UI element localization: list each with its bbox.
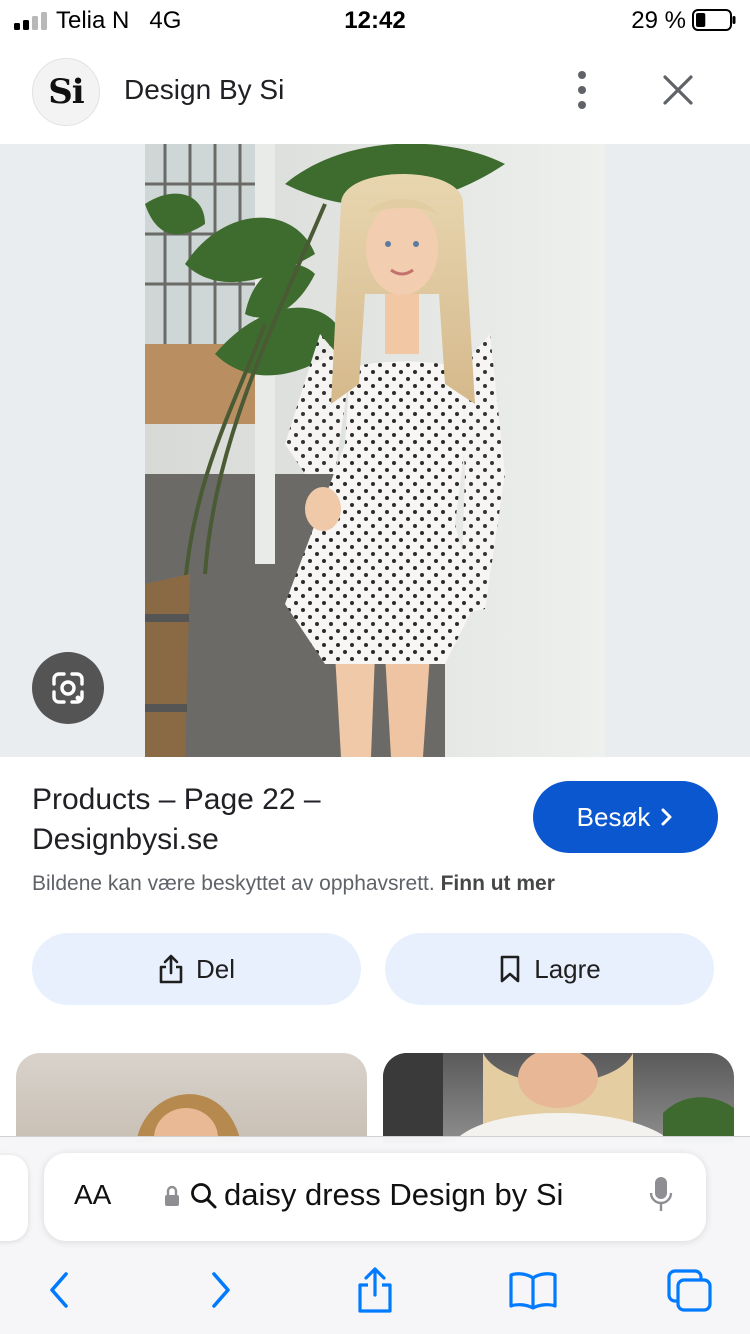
bookmark-icon [500, 955, 520, 983]
more-options-button[interactable] [560, 66, 604, 114]
share-page-button[interactable] [350, 1265, 400, 1315]
result-title-line2: Designbysi.se [32, 823, 219, 856]
visit-label: Besøk [576, 801, 651, 832]
battery-icon [692, 9, 736, 31]
result-title[interactable]: Products – Page 22 – Designbysi.se [32, 780, 492, 860]
share-icon [159, 954, 183, 984]
product-photo[interactable] [145, 144, 605, 757]
related-image-thumbnail[interactable] [16, 1053, 367, 1143]
back-button[interactable] [34, 1265, 84, 1315]
battery-percent: 29 % [631, 7, 686, 34]
search-icon [191, 1183, 217, 1209]
microphone-icon[interactable] [648, 1175, 674, 1215]
share-label: Del [195, 953, 235, 984]
chevron-right-icon [212, 1272, 230, 1308]
share-icon [358, 1267, 392, 1313]
tabs-icon [667, 1269, 712, 1312]
browser-bottom-bar: AA daisy dress Design by Si [0, 1136, 750, 1334]
page-settings-button[interactable]: AA [74, 1179, 111, 1211]
copyright-notice: Bildene kan være beskyttet av opphavsret… [32, 872, 555, 896]
chevron-left-icon [50, 1272, 68, 1308]
close-icon[interactable] [656, 68, 700, 112]
result-title-line1: Products – Page 22 – [32, 783, 321, 816]
google-lens-icon [52, 672, 84, 704]
save-label: Lagre [534, 953, 601, 984]
result-header: Si Design By Si [0, 44, 750, 144]
more-vertical-icon [578, 71, 586, 79]
share-button[interactable]: Del [32, 933, 361, 1005]
save-button[interactable]: Lagre [385, 933, 714, 1005]
related-image-thumbnail[interactable] [383, 1053, 734, 1143]
book-icon [509, 1272, 557, 1310]
lock-icon [165, 1185, 179, 1206]
previous-tab-preview[interactable] [0, 1155, 28, 1241]
page-settings-label: AA [74, 1179, 112, 1210]
chevron-right-icon [661, 808, 672, 826]
visit-button[interactable]: Besøk [533, 781, 718, 853]
tabs-button[interactable] [664, 1265, 714, 1315]
copyright-text: Bildene kan være beskyttet av opphavsret… [32, 872, 435, 895]
site-logo[interactable]: Si [32, 58, 100, 126]
address-bar[interactable]: AA daisy dress Design by Si [44, 1153, 706, 1241]
address-text[interactable]: daisy dress Design by Si [224, 1177, 563, 1213]
google-lens-button[interactable] [32, 652, 104, 724]
site-name[interactable]: Design By Si [124, 74, 284, 106]
learn-more-link[interactable]: Finn ut mer [441, 872, 555, 895]
browser-toolbar [0, 1265, 750, 1325]
forward-button[interactable] [196, 1265, 246, 1315]
image-preview [0, 144, 750, 757]
bookmarks-button[interactable] [508, 1265, 558, 1315]
status-bar: Telia N 4G 12:42 29 % [0, 0, 750, 44]
